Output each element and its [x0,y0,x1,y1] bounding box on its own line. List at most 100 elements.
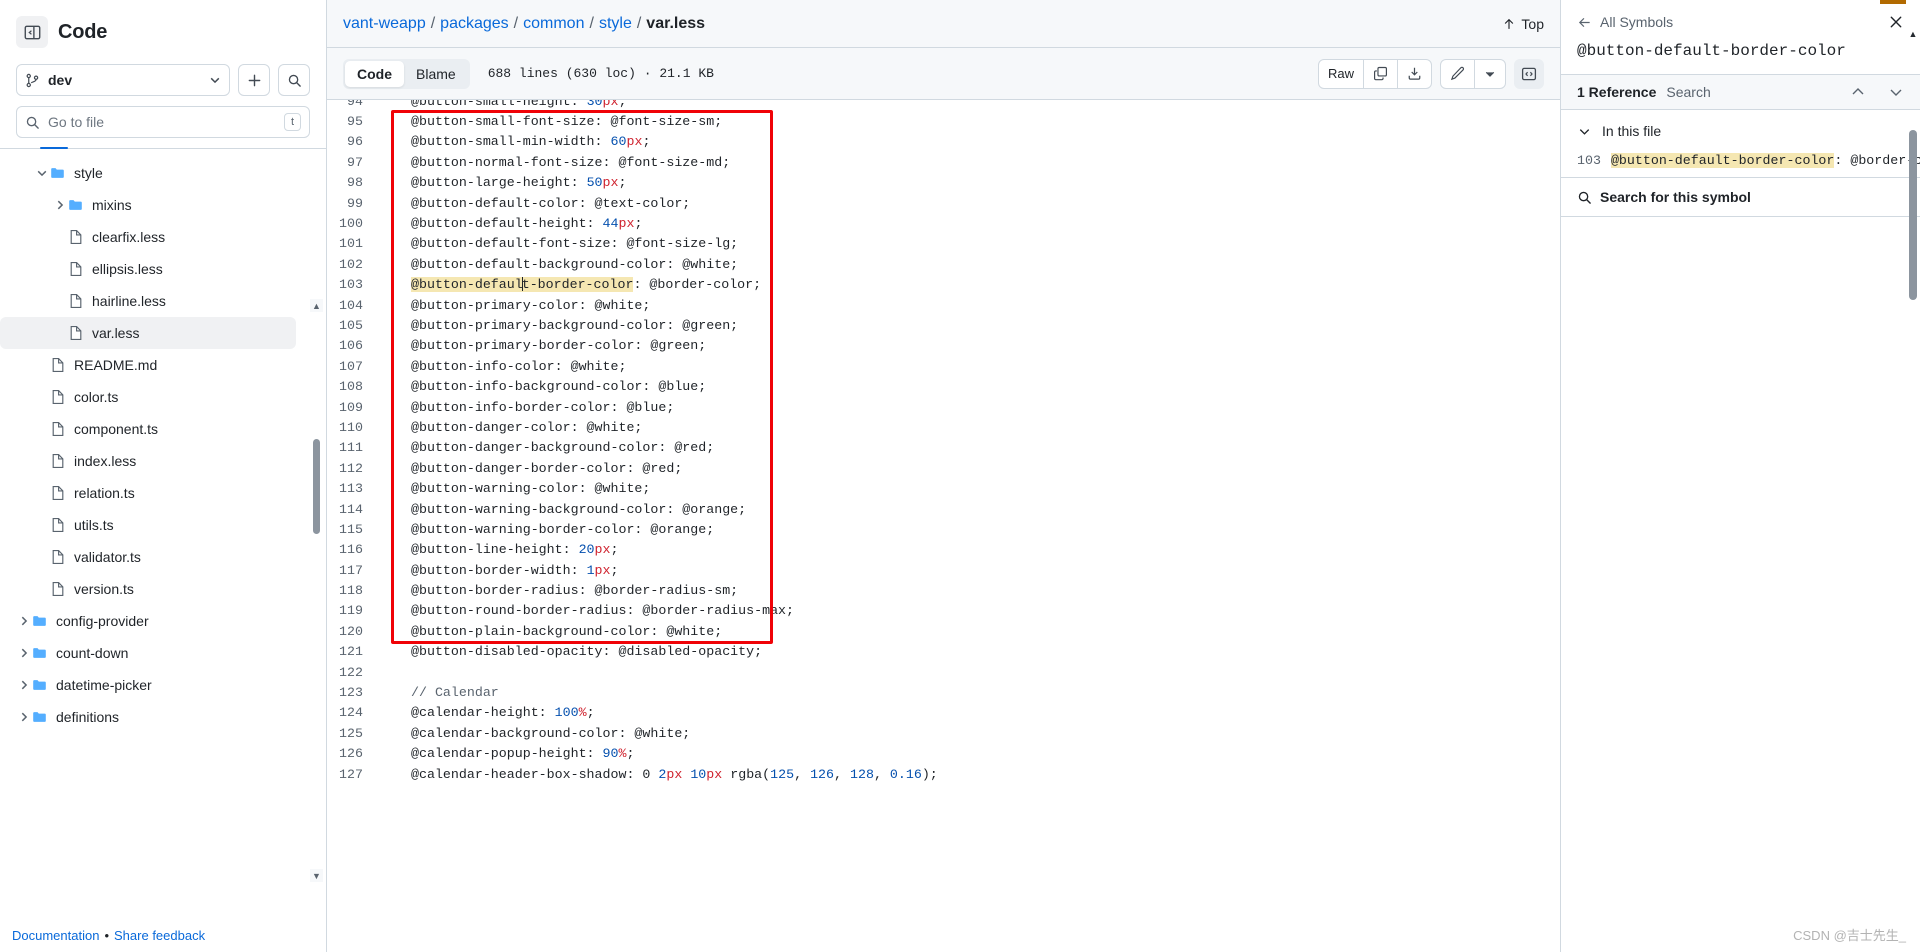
chevron-right-icon[interactable] [16,645,32,661]
line-number[interactable]: 122 [327,665,379,680]
chevron-down-icon[interactable] [34,165,50,181]
tree-folder-row[interactable]: count-down [0,637,312,669]
search-for-symbol-button[interactable]: Search for this symbol [1561,178,1920,217]
line-number[interactable]: 113 [327,481,379,496]
line-number[interactable]: 121 [327,644,379,659]
line-number[interactable]: 117 [327,563,379,578]
line-number[interactable]: 98 [327,175,379,190]
line-number[interactable]: 114 [327,502,379,517]
page-scroll-up-icon[interactable]: ▲ [1907,28,1919,40]
line-number[interactable]: 111 [327,440,379,455]
tree-file-row[interactable]: utils.ts [0,509,312,541]
chevron-up-icon[interactable] [1850,84,1866,100]
line-number[interactable]: 109 [327,400,379,415]
line-number[interactable]: 96 [327,134,379,149]
page-title: Code [58,20,108,43]
back-to-all-symbols-button[interactable]: All Symbols [1577,14,1673,30]
line-number[interactable]: 99 [327,196,379,211]
line-number[interactable]: 105 [327,318,379,333]
tab-code[interactable]: Code [345,60,404,87]
chevron-right-icon[interactable] [16,677,32,693]
breadcrumb-link[interactable]: packages [440,15,509,32]
search-code-button[interactable] [278,64,310,96]
close-icon[interactable] [1888,14,1904,30]
line-number[interactable]: 104 [327,298,379,313]
search-tab-label[interactable]: Search [1666,84,1710,100]
tree-file-row[interactable]: index.less [0,445,312,477]
tree-folder-row[interactable]: mixins [0,189,312,221]
scroll-to-top-button[interactable]: Top [1502,16,1544,32]
search-input[interactable] [48,114,276,130]
documentation-link[interactable]: Documentation [12,928,99,943]
tree-file-row[interactable]: component.ts [0,413,312,445]
line-number[interactable]: 115 [327,522,379,537]
line-number[interactable]: 118 [327,583,379,598]
tree-file-row[interactable]: hairline.less [0,285,312,317]
line-number[interactable]: 119 [327,603,379,618]
breadcrumb-link[interactable]: vant-weapp [343,15,426,32]
line-number[interactable]: 125 [327,726,379,741]
code-line: 101 @button-default-font-size: @font-size… [327,234,1560,254]
back-label: All Symbols [1600,14,1674,30]
share-feedback-link[interactable]: Share feedback [114,928,205,943]
chevron-down-icon[interactable] [1475,60,1505,88]
line-number[interactable]: 103 [327,277,379,292]
line-number[interactable]: 126 [327,746,379,761]
line-number[interactable]: 101 [327,236,379,251]
line-number[interactable]: 124 [327,705,379,720]
line-number[interactable]: 112 [327,461,379,476]
line-number[interactable]: 107 [327,359,379,374]
tree-folder-row[interactable]: datetime-picker [0,669,312,701]
tree-folder-row[interactable]: config-provider [0,605,312,637]
chevron-down-icon[interactable] [1888,84,1904,100]
tree-file-row[interactable]: color.ts [0,381,312,413]
breadcrumb-link[interactable]: style [599,15,632,32]
reference-result-row[interactable]: 103 @button-default-border-color: @borde… [1561,148,1920,178]
tree-folder-row[interactable]: definitions [0,701,312,733]
line-number[interactable]: 127 [327,767,379,782]
line-number[interactable]: 95 [327,114,379,129]
line-number[interactable]: 123 [327,685,379,700]
add-file-button[interactable] [238,64,270,96]
chevron-right-icon[interactable] [16,613,32,629]
tree-file-row[interactable]: validator.ts [0,541,312,573]
tree-scroll-up-icon[interactable]: ▲ [310,299,323,312]
copy-icon[interactable] [1364,59,1398,88]
side-panel-icon[interactable] [16,16,48,48]
tree-file-row[interactable]: relation.ts [0,477,312,509]
file-icon [50,357,66,373]
tree-file-row[interactable]: README.md [0,349,312,381]
download-icon[interactable] [1398,60,1431,88]
tree-file-row[interactable]: var.less [0,317,296,349]
tree-file-row[interactable]: version.ts [0,573,312,605]
line-number[interactable]: 108 [327,379,379,394]
tree-folder-row[interactable]: style [0,157,312,189]
tree-file-row[interactable]: ellipsis.less [0,253,312,285]
line-number[interactable]: 102 [327,257,379,272]
tree-file-row[interactable]: clearfix.less [0,221,312,253]
raw-button[interactable]: Raw [1319,59,1364,88]
line-number[interactable]: 97 [327,155,379,170]
code-content[interactable]: 94 @button-small-height: 30px; 95 @button-s… [327,100,1560,952]
tree-scroll-down-icon[interactable]: ▼ [310,869,323,882]
branch-selector[interactable]: dev [16,64,230,96]
tree-item-label: datetime-picker [56,677,152,693]
tree-scrollbar-thumb[interactable] [313,439,320,534]
tab-blame[interactable]: Blame [404,61,468,87]
page-scrollbar-thumb[interactable] [1909,130,1917,300]
chevron-right-icon[interactable] [16,709,32,725]
code-brackets-icon[interactable] [1514,58,1544,89]
line-number[interactable]: 94 [327,100,379,109]
line-number[interactable]: 106 [327,338,379,353]
breadcrumb-current-file: var.less [646,14,706,32]
breadcrumb-link[interactable]: common [523,15,584,32]
line-number[interactable]: 110 [327,420,379,435]
pencil-icon[interactable] [1441,59,1475,88]
chevron-right-icon[interactable] [52,197,68,213]
in-this-file-group[interactable]: In this file [1561,114,1920,148]
line-number[interactable]: 116 [327,542,379,557]
line-number[interactable]: 120 [327,624,379,639]
search-input-container[interactable]: t [16,106,310,138]
line-number[interactable]: 100 [327,216,379,231]
